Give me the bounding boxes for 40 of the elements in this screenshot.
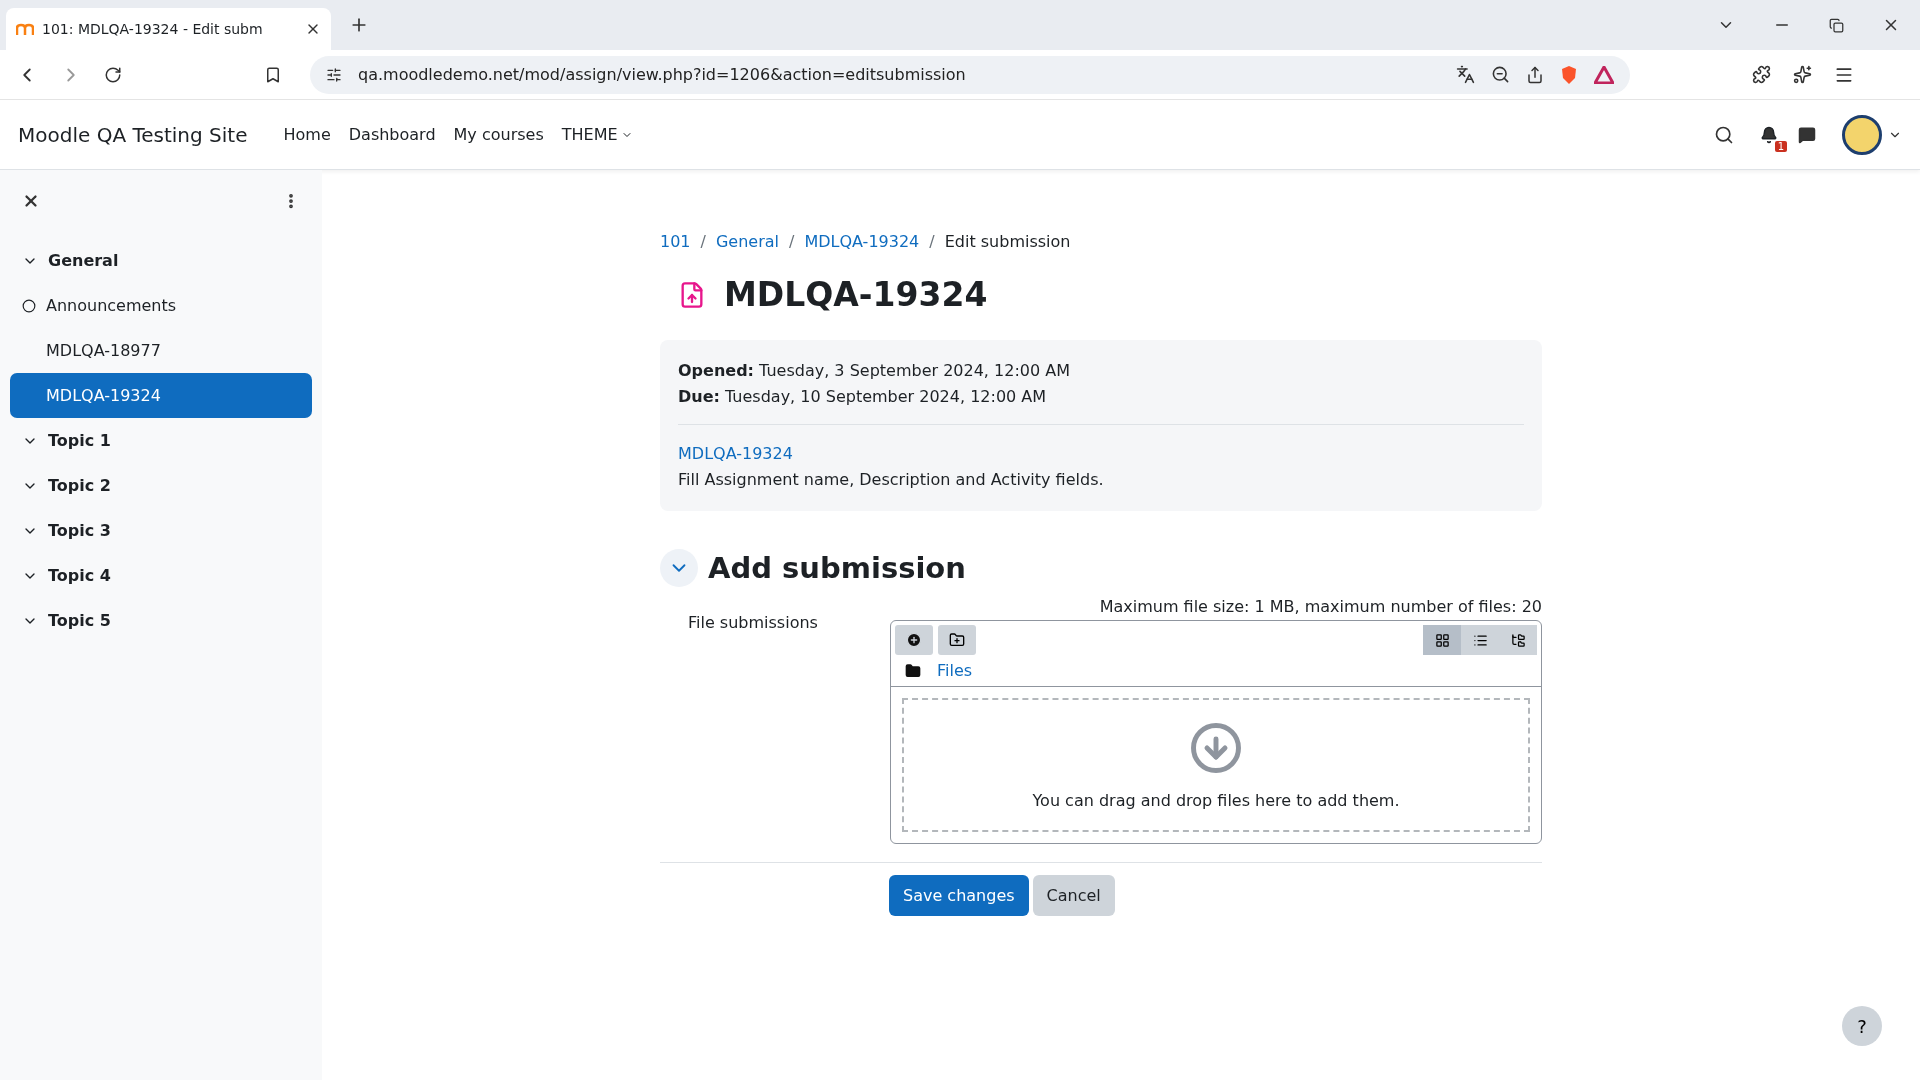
address-bar[interactable]: qa.moodledemo.net/mod/assign/view.php?id=1206&action=editsubmission <box>310 55 1630 94</box>
notification-count: 1 <box>1774 140 1787 152</box>
activity-item[interactable]: MDLQA-18977 <box>10 328 312 373</box>
activity-item[interactable]: MDLQA-19324 <box>10 373 312 418</box>
breadcrumb-separator: / <box>929 232 935 251</box>
activity-item[interactable]: Announcements <box>10 283 312 328</box>
breadcrumb-link[interactable]: General <box>715 232 779 251</box>
breadcrumb-current-page: Edit submission <box>944 232 1071 251</box>
section-title: Add submission <box>708 551 966 585</box>
browser-tab[interactable]: 101: MDLQA-19324 - Edit subm <box>6 8 331 50</box>
breadcrumb-separator: / <box>700 232 706 251</box>
folder-link[interactable]: Files <box>937 661 973 680</box>
section-item[interactable]: Topic 3 <box>10 508 312 553</box>
cancel-button[interactable]: Cancel <box>1032 875 1115 916</box>
breadcrumb-link[interactable]: 101 <box>660 232 691 251</box>
date-line: Opened: Tuesday, 3 September 2024, 12:00 AM <box>678 360 1071 382</box>
section-item[interactable]: Topic 4 <box>10 553 312 598</box>
breadcrumb-separator: / <box>789 232 795 251</box>
nav-link[interactable]: THEME <box>561 125 633 144</box>
page-title: MDLQA-19324 <box>724 275 988 314</box>
drop-zone[interactable]: You can drag and drop files here to add them. <box>902 698 1530 832</box>
date-line: Due: Tuesday, 10 September 2024, 12:00 AM <box>678 386 1048 408</box>
tab-title: 101: MDLQA-19324 - Edit subm <box>42 21 264 37</box>
activity-link[interactable]: MDLQA-19324 <box>678 441 1524 467</box>
url-text: qa.moodledemo.net/mod/assign/view.php?id=1206&action=editsubmission <box>358 65 967 84</box>
activity-description: Fill Assignment name, Description and Activity fields. <box>678 469 1105 491</box>
site-name[interactable]: Moodle QA Testing Site <box>18 122 248 147</box>
nav-link[interactable]: Dashboard <box>348 125 436 144</box>
section-item[interactable]: General <box>10 238 312 283</box>
save-button[interactable]: Save changes <box>889 875 1029 916</box>
field-label: File submissions <box>688 613 818 632</box>
nav-link[interactable]: My courses <box>453 125 544 144</box>
section-item[interactable]: Topic 2 <box>10 463 312 508</box>
section-item[interactable]: Topic 5 <box>10 598 312 643</box>
drop-text: You can drag and drop files here to add them. <box>1032 790 1400 810</box>
section-item[interactable]: Topic 1 <box>10 418 312 463</box>
help-button[interactable]: ? <box>1842 1006 1882 1046</box>
nav-link[interactable]: Home <box>283 125 331 144</box>
file-limits: Maximum file size: 1 MB, maximum number of files: 20 <box>1098 597 1542 616</box>
breadcrumb-link[interactable]: MDLQA-19324 <box>804 232 920 251</box>
